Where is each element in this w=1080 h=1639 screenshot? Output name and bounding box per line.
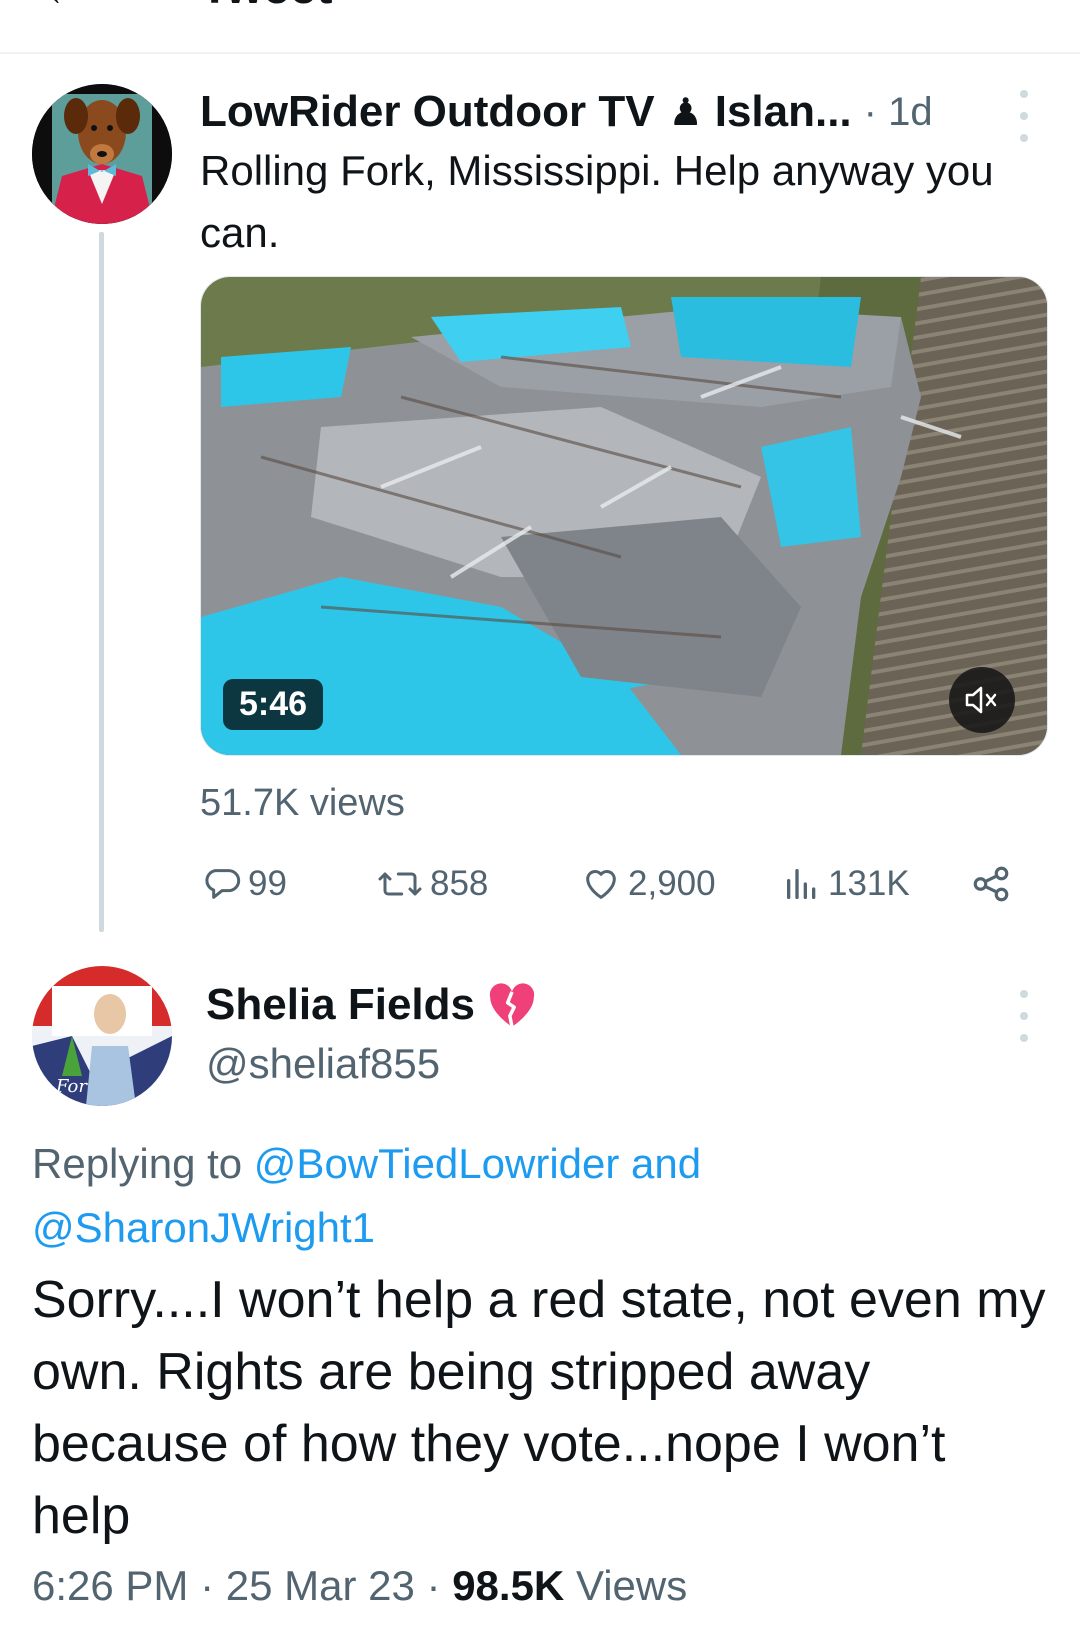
replying-to: Replying to @BowTiedLowrider and @Sharon… xyxy=(32,1132,1032,1260)
page-title: Tweet xyxy=(200,0,332,15)
reply-author-name: Shelia Fields xyxy=(206,980,475,1029)
more-options-icon[interactable] xyxy=(1012,90,1036,142)
view-count: 51.7K views xyxy=(200,782,405,824)
tweet-text: Rolling Fork, Mississippi. Help anyway y… xyxy=(200,147,994,256)
replying-prefix: Replying to xyxy=(32,1140,243,1187)
reply-text: Sorry....I won’t help a red state, not e… xyxy=(32,1271,1046,1545)
reply-button[interactable]: 99 xyxy=(202,856,287,912)
header-divider xyxy=(0,52,1080,54)
reply-handle[interactable]: @sheliaf855 xyxy=(206,1040,440,1088)
author-name[interactable]: LowRider Outdoor TV xyxy=(200,87,655,137)
analytics-icon xyxy=(787,869,816,899)
analytics-count: 131K xyxy=(828,864,910,903)
video-duration: 5:46 xyxy=(223,679,324,730)
reply-views-label: Views xyxy=(575,1562,688,1609)
tweet-actions: 99 858 2,900 131K xyxy=(200,856,1030,912)
analytics-button[interactable]: 131K xyxy=(782,856,910,912)
tweet-time[interactable]: · 1d xyxy=(864,90,933,135)
svg-text:For: For xyxy=(55,1076,88,1097)
retweet-icon xyxy=(378,872,422,896)
tweet-header: LowRider Outdoor TV ♟ Islan... · 1d xyxy=(200,84,933,140)
volume-mute-icon[interactable] xyxy=(949,667,1015,733)
share-icon xyxy=(973,866,1009,902)
avatar[interactable]: For xyxy=(32,966,172,1106)
like-button[interactable]: 2,900 xyxy=(580,856,716,912)
video-player[interactable]: 5:46 xyxy=(200,276,1048,756)
retweet-count: 858 xyxy=(430,864,489,903)
avatar[interactable] xyxy=(32,84,172,224)
back-arrow-icon[interactable]: ← xyxy=(44,0,84,15)
like-count: 2,900 xyxy=(628,864,716,903)
more-options-icon[interactable] xyxy=(1012,990,1036,1042)
reply-icon xyxy=(205,869,241,899)
chess-pawn-badge-icon: ♟ xyxy=(668,91,703,134)
reply-meta: 6:26 PM · 25 Mar 23 · 98.5K Views xyxy=(32,1562,688,1609)
reply-date[interactable]: 25 Mar 23 xyxy=(226,1562,415,1609)
reply-author[interactable]: Shelia Fields xyxy=(206,980,539,1030)
broken-heart-icon xyxy=(485,981,539,1029)
reply-time[interactable]: 6:26 PM xyxy=(32,1562,188,1609)
retweet-button[interactable]: 858 xyxy=(376,856,488,912)
reply-count: 99 xyxy=(248,864,287,903)
share-button[interactable] xyxy=(970,856,1018,912)
reply-views-count: 98.5K xyxy=(452,1562,565,1609)
video-thumbnail xyxy=(201,277,1047,755)
heart-icon xyxy=(586,870,616,899)
thread-connector xyxy=(99,232,104,932)
author-name-rest[interactable]: Islan... xyxy=(715,87,852,137)
